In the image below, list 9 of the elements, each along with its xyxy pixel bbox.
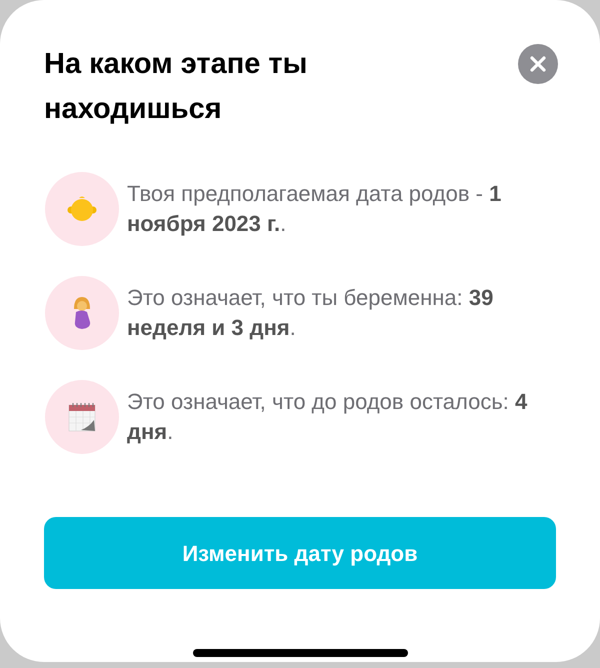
close-icon xyxy=(530,56,546,72)
baby-icon xyxy=(67,194,97,224)
change-date-button[interactable]: Изменить дату родов xyxy=(44,517,556,589)
info-text: Твоя предполагаемая дата родов - 1 ноября 2023 г.. xyxy=(127,180,502,238)
info-text: Это означает, что ты беременна: 39 неделя и 3 дня. xyxy=(127,284,494,342)
info-text: Это означает, что до родов осталось: 4 дня. xyxy=(127,388,528,446)
close-button[interactable] xyxy=(518,44,558,84)
sheet-title: На каком этапе ты находишься xyxy=(44,47,308,127)
calendar-icon xyxy=(67,401,97,433)
